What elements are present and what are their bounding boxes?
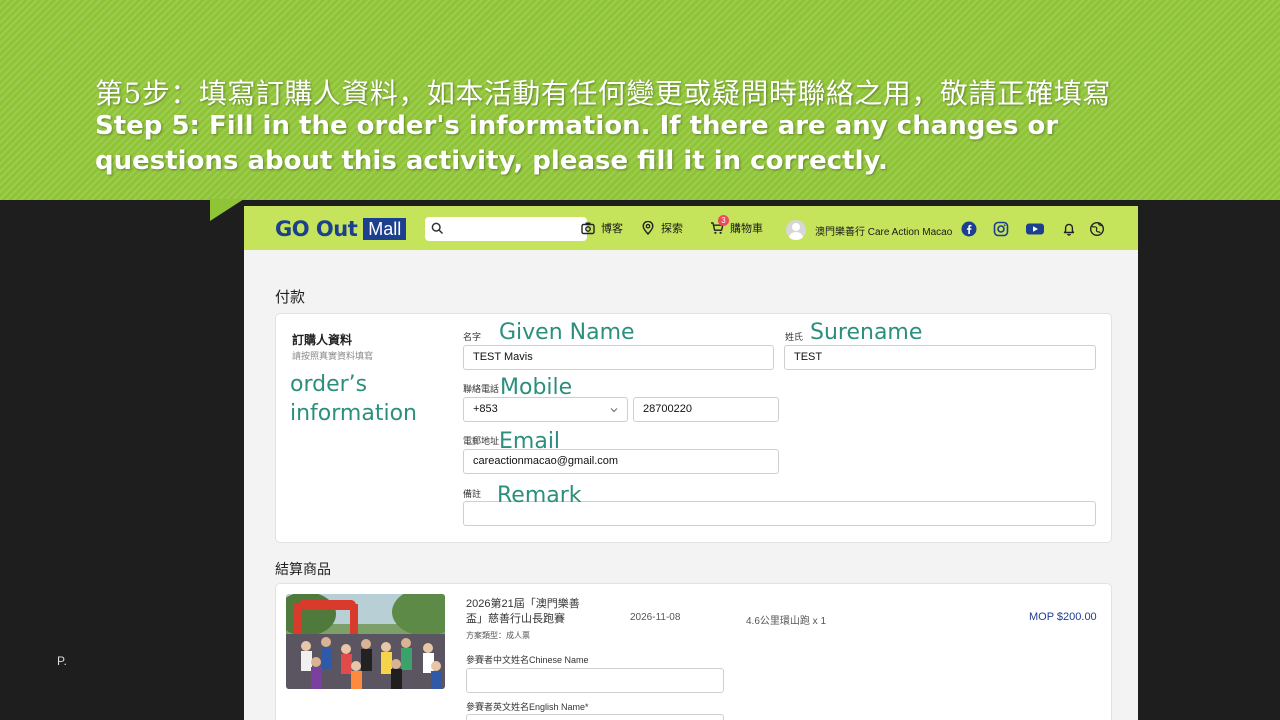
camera-icon — [581, 222, 595, 235]
annotation-email: Email — [499, 429, 561, 454]
english-name-label: 參賽者英文姓名English Name* — [466, 702, 589, 712]
facebook-icon[interactable] — [961, 221, 977, 237]
item-option: 4.6公里環山跑 x 1 — [746, 616, 827, 627]
cart-count-badge: 3 — [718, 215, 729, 226]
phone-country-code-select[interactable]: +853 — [463, 397, 628, 422]
orderer-section-hint: 請按照真實資料填寫 — [292, 351, 374, 361]
annotation-order-information: order’s information — [290, 372, 417, 426]
user-avatar[interactable] — [786, 220, 806, 240]
annotation-given-name: Given Name — [499, 320, 635, 345]
checkout-screenshot: GO Out Mall 博客 探索 3 購物車 澳門樂善行 Care Actio… — [244, 206, 1138, 720]
banner-notch-decoration — [210, 199, 244, 221]
site-header: GO Out Mall 博客 探索 3 購物車 澳門樂善行 Care Actio… — [244, 206, 1138, 250]
step-title-english: Step 5: Fill in the order's information.… — [95, 111, 1059, 176]
page-marker: P. — [57, 654, 67, 668]
nav-blog[interactable]: 博客 — [581, 220, 623, 236]
chinese-name-label: 參賽者中文姓名Chinese Name — [466, 655, 589, 665]
chevron-down-icon — [610, 408, 618, 413]
annotation-remark: Remark — [497, 483, 582, 508]
logo-badge: Mall — [363, 218, 407, 240]
search-icon — [431, 222, 444, 235]
step-title-chinese: 第5步：填寫訂購人資料，如本活動有任何變更或疑問時聯絡之用，敬請正確填寫 — [95, 77, 1111, 110]
location-pin-icon — [642, 221, 654, 235]
event-photo — [286, 594, 445, 689]
phone-number-input[interactable]: 28700220 — [633, 397, 779, 422]
chinese-name-input[interactable] — [466, 668, 724, 693]
given-name-input[interactable]: TEST Mavis — [463, 345, 774, 370]
youtube-icon[interactable] — [1025, 221, 1045, 237]
email-label: 電郵地址 — [463, 436, 500, 446]
bell-icon[interactable] — [1061, 221, 1077, 237]
annotation-mobile: Mobile — [500, 375, 573, 400]
nav-explore[interactable]: 探索 — [641, 220, 683, 236]
item-name-line2: 盃」慈善行山長跑賽 — [466, 613, 565, 625]
phone-label: 聯絡電話 — [463, 384, 500, 394]
phone-country-code-value: +853 — [473, 403, 498, 415]
checkout-section-title: 結算商品 — [275, 561, 331, 577]
orderer-section-title: 訂購人資料 — [292, 333, 353, 347]
item-name[interactable]: 2026第21屆「澳門樂善 盃」慈善行山長跑賽 — [466, 597, 580, 627]
remark-label: 備註 — [463, 489, 482, 499]
nav-explore-label: 探索 — [661, 223, 683, 235]
annotation-surname: Surename — [810, 320, 923, 345]
nav-blog-label: 博客 — [601, 223, 623, 235]
surname-input[interactable]: TEST — [784, 345, 1096, 370]
nav-cart[interactable]: 3 購物車 — [710, 215, 763, 236]
instagram-icon[interactable] — [993, 221, 1009, 237]
site-logo[interactable]: GO Out Mall — [275, 217, 407, 241]
item-plan-type: 方案類型：成人票 — [466, 631, 530, 640]
globe-icon[interactable] — [1089, 221, 1105, 237]
search-input[interactable] — [425, 217, 587, 241]
item-price: MOP $200.00 — [1029, 611, 1097, 623]
item-date: 2026-11-08 — [630, 612, 681, 623]
surname-label: 姓氏 — [785, 332, 804, 342]
user-name[interactable]: 澳門樂善行 Care Action Macao — [815, 223, 952, 238]
payment-section-title: 付款 — [275, 289, 306, 306]
item-name-line1: 2026第21屆「澳門樂善 — [466, 598, 580, 610]
given-name-label: 名字 — [463, 332, 482, 342]
nav-cart-label: 購物車 — [730, 223, 763, 235]
english-name-input[interactable] — [466, 714, 724, 720]
logo-text: GO Out — [275, 217, 358, 241]
